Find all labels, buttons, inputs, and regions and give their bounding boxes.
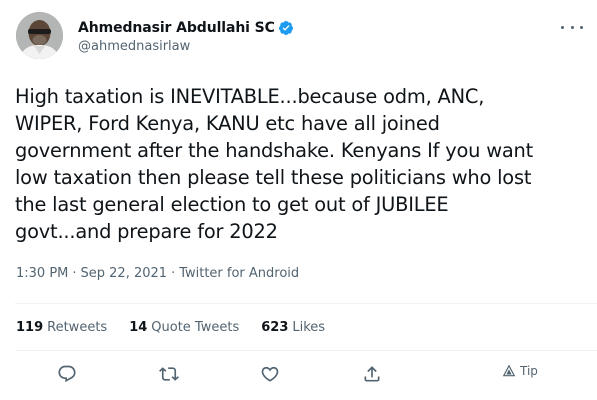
tweet-text-line: High taxation is INEVITABLE...because od… (15, 85, 485, 108)
tweet-text-line: government after the handshake. Kenyans … (15, 139, 534, 162)
tweet-text-line: low taxation then please tell these poli… (15, 166, 532, 189)
tweet-stats: 119 Retweets 14 Quote Tweets 623 Likes (16, 320, 347, 335)
retweets-stat[interactable]: 119 Retweets (16, 320, 107, 335)
tweet-meta: 1:30 PM · Sep 22, 2021 · Twitter for And… (16, 266, 299, 281)
retweets-count: 119 (16, 320, 44, 335)
quotes-stat[interactable]: 14 Quote Tweets (129, 320, 239, 335)
avatar-photo (16, 12, 63, 59)
retweets-label: Retweets (47, 320, 108, 335)
tweet-text-line: govt...and prepare for 2022 (15, 220, 278, 243)
tweet-time[interactable]: 1:30 PM (16, 266, 68, 281)
tweet-text-line: WIPER, Ford Kenya, KANU etc have all joi… (15, 112, 440, 135)
reply-icon (58, 365, 76, 383)
more-dot (580, 25, 583, 29)
quotes-count: 14 (129, 320, 148, 335)
tweet-date[interactable]: Sep 22, 2021 (81, 266, 168, 281)
more-options-icon[interactable] (561, 20, 583, 34)
retweet-button[interactable] (159, 364, 179, 384)
divider (15, 350, 597, 351)
meta-separator: · (171, 266, 176, 281)
likes-label: Likes (292, 320, 326, 335)
more-dot (570, 25, 574, 29)
tweet-text-line: the last general election to get out of … (15, 193, 449, 216)
more-dot (561, 25, 564, 29)
like-icon (261, 366, 279, 382)
like-button[interactable] (260, 364, 280, 384)
tip-icon (502, 364, 516, 377)
reply-button[interactable] (57, 364, 77, 384)
divider (15, 303, 597, 304)
verified-badge-icon (278, 20, 294, 36)
author-display-name[interactable]: Ahmednasir Abdullahi SC (78, 20, 275, 36)
author-block: Ahmednasir Abdullahi SC @ahmednasirlaw (78, 18, 294, 54)
likes-count: 623 (261, 320, 289, 335)
author-handle[interactable]: @ahmednasirlaw (78, 39, 294, 54)
tip-button[interactable]: Tip (502, 364, 538, 378)
likes-stat[interactable]: 623 Likes (261, 320, 325, 335)
author-name-row: Ahmednasir Abdullahi SC (78, 18, 294, 38)
meta-separator: · (72, 266, 77, 281)
tweet-text: High taxation is INEVITABLE...because od… (15, 83, 585, 245)
tweet-actions: Tip (0, 364, 597, 390)
tip-label: Tip (520, 364, 538, 378)
share-button[interactable] (362, 364, 382, 384)
avatar[interactable] (16, 12, 63, 59)
share-icon (364, 366, 380, 382)
retweet-icon (159, 367, 179, 381)
tweet-source[interactable]: Twitter for Android (179, 266, 299, 281)
quotes-label: Quote Tweets (151, 320, 240, 335)
